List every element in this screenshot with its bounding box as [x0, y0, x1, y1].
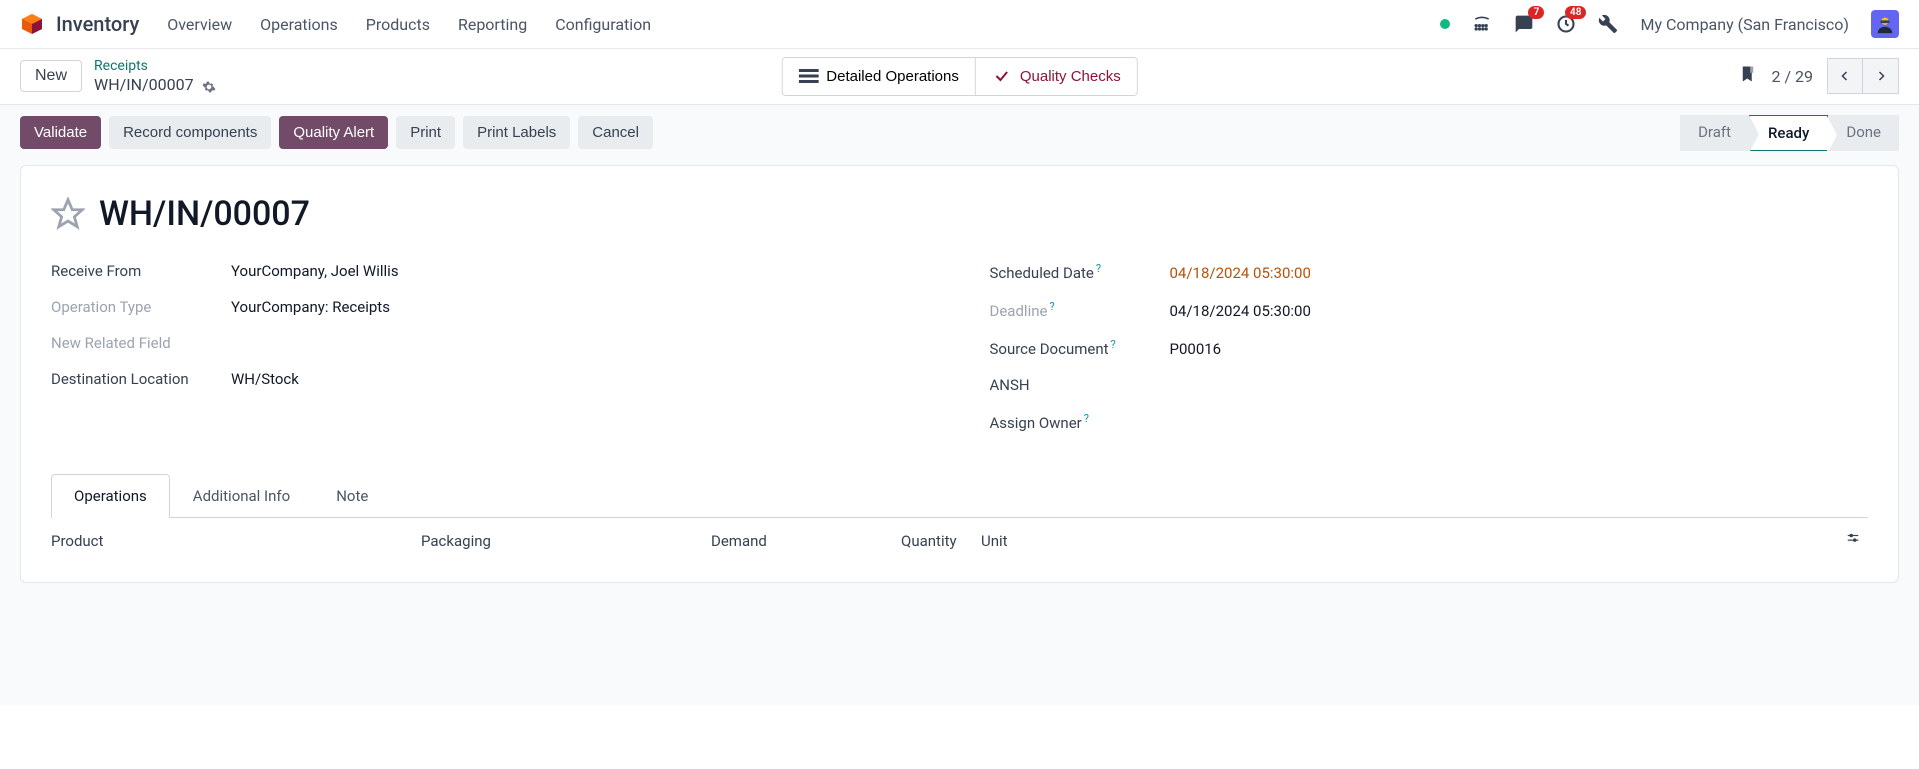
status-dot	[1440, 19, 1450, 29]
new-related-label: New Related Field	[51, 334, 231, 352]
main-menu: Overview Operations Products Reporting C…	[167, 15, 651, 34]
th-packaging[interactable]: Packaging	[421, 532, 711, 550]
grid-icon[interactable]	[1472, 14, 1492, 34]
pager-next-button[interactable]	[1863, 58, 1899, 94]
avatar[interactable]	[1871, 10, 1899, 38]
tab-operations[interactable]: Operations	[51, 474, 170, 518]
pager-buttons	[1827, 58, 1899, 94]
breadcrumb-current-text: WH/IN/00007	[94, 75, 194, 96]
toolbar: Validate Record components Quality Alert…	[20, 115, 1899, 151]
nav-right: 7 48 My Company (San Francisco)	[1440, 10, 1899, 38]
ansh-label: ANSH	[990, 376, 1170, 394]
receive-from-value[interactable]: YourCompany, Joel Willis	[231, 262, 399, 280]
destination-location-label: Destination Location	[51, 370, 231, 388]
print-labels-button[interactable]: Print Labels	[463, 116, 570, 149]
help-icon[interactable]: ?	[1084, 412, 1089, 425]
app-icon	[20, 12, 44, 36]
menu-overview[interactable]: Overview	[167, 15, 232, 34]
menu-configuration[interactable]: Configuration	[555, 15, 651, 34]
help-icon[interactable]: ?	[1096, 262, 1101, 275]
subheader-right: 2 / 29	[1739, 58, 1899, 94]
deadline-value: 04/18/2024 05:30:00	[1170, 302, 1311, 320]
fields: Receive From YourCompany, Joel Willis Op…	[51, 262, 1868, 450]
content: Validate Record components Quality Alert…	[0, 105, 1919, 705]
record-card: WH/IN/00007 Receive From YourCompany, Jo…	[20, 165, 1899, 583]
menu-products[interactable]: Products	[366, 15, 430, 34]
fields-right: Scheduled Date? 04/18/2024 05:30:00 Dead…	[990, 262, 1869, 450]
status-draft[interactable]: Draft	[1680, 115, 1749, 151]
pager-text[interactable]: 2 / 29	[1771, 67, 1813, 86]
record-components-button[interactable]: Record components	[109, 116, 271, 149]
status-ready[interactable]: Ready	[1749, 115, 1828, 151]
destination-location-value[interactable]: WH/Stock	[231, 370, 299, 388]
activity-icon[interactable]: 48	[1556, 14, 1576, 34]
breadcrumb-current: WH/IN/00007	[94, 75, 216, 96]
columns-settings-icon[interactable]	[1844, 532, 1868, 550]
tab-note[interactable]: Note	[313, 474, 391, 517]
th-unit[interactable]: Unit	[981, 532, 1844, 550]
new-button[interactable]: New	[20, 60, 82, 92]
table-header: Product Packaging Demand Quantity Unit	[51, 518, 1868, 554]
help-icon[interactable]: ?	[1049, 300, 1054, 313]
brand[interactable]: Inventory	[20, 12, 139, 36]
status-done[interactable]: Done	[1828, 115, 1899, 151]
validate-button[interactable]: Validate	[20, 116, 101, 149]
star-icon[interactable]	[51, 197, 85, 231]
breadcrumb-parent[interactable]: Receipts	[94, 57, 216, 75]
record-title: WH/IN/00007	[99, 194, 310, 234]
th-quantity[interactable]: Quantity	[901, 532, 981, 550]
detailed-operations-label: Detailed Operations	[826, 68, 959, 85]
quality-checks-button[interactable]: Quality Checks	[975, 58, 1137, 95]
app-name: Inventory	[56, 12, 139, 36]
chat-badge: 7	[1528, 6, 1544, 19]
menu-reporting[interactable]: Reporting	[458, 15, 527, 34]
tab-additional-info[interactable]: Additional Info	[170, 474, 313, 517]
deadline-label: Deadline?	[990, 300, 1170, 320]
fields-left: Receive From YourCompany, Joel Willis Op…	[51, 262, 930, 450]
scheduled-date-label: Scheduled Date?	[990, 262, 1170, 282]
gear-icon[interactable]	[202, 79, 216, 93]
chat-icon[interactable]: 7	[1514, 14, 1534, 34]
activity-badge: 48	[1565, 6, 1586, 19]
help-icon[interactable]: ?	[1111, 338, 1116, 351]
assign-owner-label: Assign Owner?	[990, 412, 1170, 432]
receive-from-label: Receive From	[51, 262, 231, 280]
status-pipeline: Draft Ready Done	[1680, 115, 1899, 151]
print-button[interactable]: Print	[396, 116, 455, 149]
bookmark-icon[interactable]	[1739, 65, 1757, 87]
tabs: Operations Additional Info Note	[51, 474, 1868, 518]
center-buttons: Detailed Operations Quality Checks	[781, 57, 1137, 96]
operation-type-value[interactable]: YourCompany: Receipts	[231, 298, 390, 316]
source-document-value[interactable]: P00016	[1170, 340, 1222, 358]
scheduled-date-value[interactable]: 04/18/2024 05:30:00	[1170, 264, 1311, 282]
th-demand[interactable]: Demand	[711, 532, 901, 550]
menu-operations[interactable]: Operations	[260, 15, 338, 34]
subheader-left: New Receipts WH/IN/00007	[20, 57, 216, 96]
tools-icon[interactable]	[1598, 14, 1618, 34]
subheader: New Receipts WH/IN/00007 Detailed Operat…	[0, 49, 1919, 105]
cancel-button[interactable]: Cancel	[578, 116, 653, 149]
quality-alert-button[interactable]: Quality Alert	[279, 116, 388, 149]
operation-type-label: Operation Type	[51, 298, 231, 316]
source-document-label: Source Document?	[990, 338, 1170, 358]
detailed-operations-button[interactable]: Detailed Operations	[782, 58, 975, 95]
pager-prev-button[interactable]	[1827, 58, 1863, 94]
th-product[interactable]: Product	[51, 532, 421, 550]
top-nav: Inventory Overview Operations Products R…	[0, 0, 1919, 49]
company-name[interactable]: My Company (San Francisco)	[1640, 15, 1849, 34]
breadcrumb: Receipts WH/IN/00007	[94, 57, 216, 96]
quality-checks-label: Quality Checks	[1020, 68, 1121, 85]
title-row: WH/IN/00007	[51, 194, 1868, 234]
